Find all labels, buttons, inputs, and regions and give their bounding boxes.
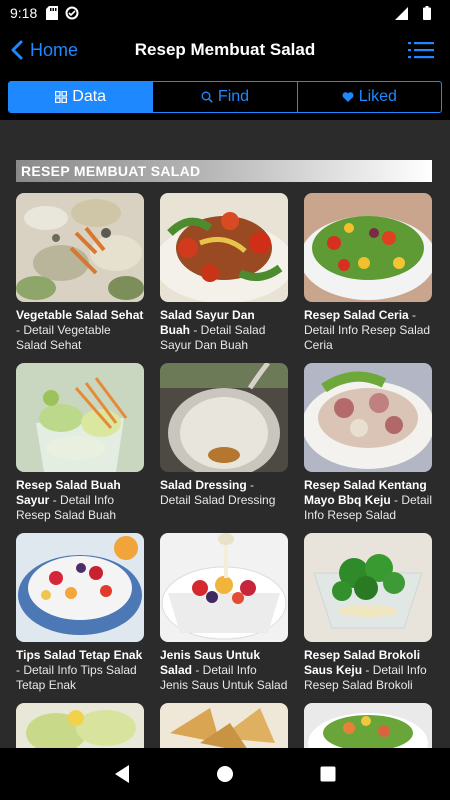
nav-recents-button[interactable] — [316, 762, 340, 786]
recipe-thumbnail — [160, 193, 288, 302]
grid-icon — [55, 91, 68, 103]
recipe-card[interactable]: Vegetable Salad Sehat - Detail Vegetable… — [16, 193, 144, 353]
recipe-card[interactable]: Resep Salad Ceria - Detail Info Resep Sa… — [304, 193, 432, 353]
data-saver-icon — [65, 6, 79, 20]
circle-home-icon — [216, 766, 233, 782]
recipe-thumbnail — [16, 533, 144, 642]
back-button[interactable]: Home — [8, 26, 78, 74]
system-nav-bar — [0, 748, 450, 800]
nav-back-button[interactable] — [110, 762, 134, 786]
recipe-thumbnail — [16, 363, 144, 472]
back-label: Home — [30, 39, 79, 60]
recipe-desc: - Detail Vegetable Salad Sehat — [16, 323, 111, 352]
recipe-thumbnail — [16, 703, 144, 748]
recipe-title: Resep Salad Ceria — [304, 308, 409, 322]
recipe-card[interactable] — [160, 703, 288, 748]
recipe-thumbnail — [160, 363, 288, 472]
recipe-desc: - Detail Info Tips Salad Tetap Enak — [16, 663, 137, 692]
recipe-thumbnail — [304, 363, 432, 472]
content-area[interactable]: RESEP MEMBUAT SALAD Vegetable Salad Seha… — [0, 120, 450, 748]
recipe-thumbnail — [16, 193, 144, 302]
recipe-caption: Jenis Saus Untuk Salad - Detail Info Jen… — [160, 648, 288, 693]
square-recents-icon — [320, 766, 336, 782]
recipe-card[interactable]: Resep Salad Brokoli Saus Keju - Detail I… — [304, 533, 432, 693]
tab-data[interactable]: Data — [9, 82, 154, 112]
recipe-card[interactable] — [304, 703, 432, 748]
recipe-card[interactable] — [16, 703, 144, 748]
signal-icon — [394, 6, 408, 20]
recipe-thumbnail — [304, 193, 432, 302]
recipe-caption: Resep Salad Ceria - Detail Info Resep Sa… — [304, 308, 432, 353]
recipe-thumbnail — [304, 533, 432, 642]
recipe-caption: Salad Sayur Dan Buah - Detail Salad Sayu… — [160, 308, 288, 353]
recipe-card[interactable]: Resep Salad Buah Sayur - Detail Info Res… — [16, 363, 144, 523]
app-bar: Home Resep Membuat Salad — [0, 26, 450, 74]
recipe-caption: Vegetable Salad Sehat - Detail Vegetable… — [16, 308, 144, 353]
recipe-card[interactable]: Resep Salad Kentang Mayo Bbq Keju - Deta… — [304, 363, 432, 523]
recipe-thumbnail — [304, 703, 432, 748]
chevron-left-icon — [11, 40, 23, 60]
triangle-back-icon — [114, 765, 129, 783]
status-bar: 9:18 — [0, 0, 450, 26]
battery-icon — [420, 6, 434, 20]
recipe-caption: Resep Salad Kentang Mayo Bbq Keju - Deta… — [304, 478, 432, 523]
list-menu-icon[interactable] — [408, 40, 434, 60]
recipe-title: Salad Dressing — [160, 478, 247, 492]
section-title: RESEP MEMBUAT SALAD — [16, 160, 432, 182]
recipe-caption: Tips Salad Tetap Enak - Detail Info Tips… — [16, 648, 144, 693]
tab-find[interactable]: Find — [153, 82, 298, 112]
search-icon — [201, 91, 213, 103]
recipe-card[interactable]: Salad Dressing - Detail Salad Dressing — [160, 363, 288, 508]
tab-liked[interactable]: Liked — [298, 82, 441, 112]
recipe-caption: Resep Salad Brokoli Saus Keju - Detail I… — [304, 648, 432, 693]
recipe-thumbnail — [160, 703, 288, 748]
nav-home-button[interactable] — [213, 762, 237, 786]
tab-liked-label: Liked — [358, 88, 397, 105]
sd-card-icon — [45, 6, 59, 20]
recipe-card[interactable]: Tips Salad Tetap Enak - Detail Info Tips… — [16, 533, 144, 693]
recipe-thumbnail — [160, 533, 288, 642]
recipe-title: Vegetable Salad Sehat — [16, 308, 144, 322]
heart-icon — [342, 92, 354, 102]
tab-find-label: Find — [217, 88, 250, 105]
recipe-caption: Resep Salad Buah Sayur - Detail Info Res… — [16, 478, 144, 523]
recipe-caption: Salad Dressing - Detail Salad Dressing — [160, 478, 288, 508]
recipe-title: Tips Salad Tetap Enak — [16, 648, 143, 662]
recipe-card[interactable]: Jenis Saus Untuk Salad - Detail Info Jen… — [160, 533, 288, 693]
status-time: 9:18 — [10, 5, 38, 21]
tab-bar: Data Find Liked — [8, 81, 442, 113]
recipe-card[interactable]: Salad Sayur Dan Buah - Detail Salad Sayu… — [160, 193, 288, 353]
tab-data-label: Data — [72, 88, 107, 105]
